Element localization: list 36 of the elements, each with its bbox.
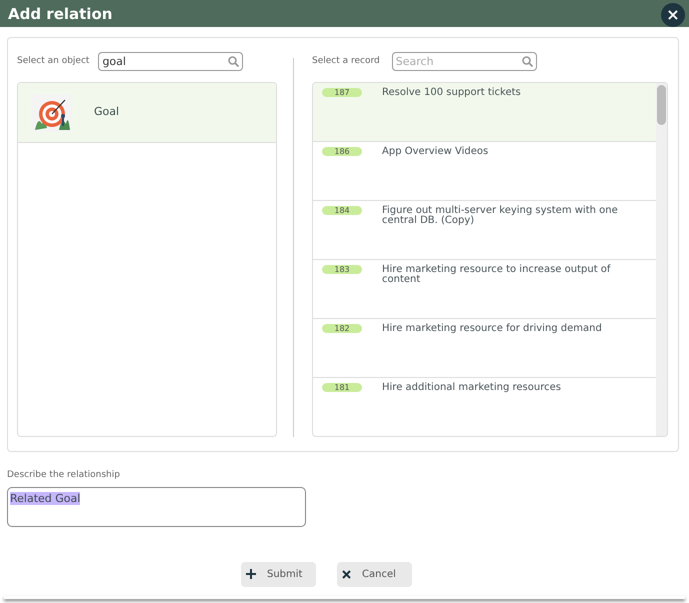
record-item[interactable]: 187 Resolve 100 support tickets [313,83,656,142]
search-icon [228,56,240,67]
search-field[interactable]: Search [392,52,537,71]
cancel-button[interactable]: Cancel [337,562,412,586]
id-badge: 181 [322,383,362,392]
submit-button[interactable]: Submit [241,562,316,586]
plus-icon [246,569,256,579]
id-badge: 184 [322,206,362,215]
record-item[interactable]: 182 Hire marketing resource for driving demand [313,319,656,378]
scrollbar[interactable] [656,83,667,436]
search-field[interactable]: goal [98,52,244,71]
object-name: Goal [94,104,120,120]
record-title: Hire marketing resource for driving demand [382,324,603,336]
search-icon [522,56,533,67]
close-button[interactable]: × [661,2,685,26]
id-badge: 187 [322,88,362,97]
target-icon [32,94,72,132]
window-title: Add relation [8,4,112,22]
record-title: Figure out multi-server keying system with one central DB. (Copy) [382,206,619,228]
record-title: Hire marketing resource to increase output of content [382,265,612,287]
close-icon [342,570,351,578]
record-item[interactable]: 186 App Overview Videos [313,142,656,201]
object-item[interactable]: Goal [18,83,276,143]
record-title: Hire additional marketing resources [382,383,562,395]
field-label: Select an object [17,54,90,68]
id-badge: 186 [322,147,362,156]
id-badge: 182 [322,324,362,333]
record-item[interactable]: 184 Figure out multi-server keying system with one central DB. (Copy) [313,201,656,260]
field-label: Describe the relationship [7,469,121,482]
record-title: App Overview Videos [382,147,490,159]
record-title: Resolve 100 support tickets [382,88,522,100]
field-label: Select a record [312,54,380,68]
scrollbar-thumb[interactable] [657,85,666,125]
description-field[interactable]: Related Goal [7,486,306,526]
id-badge: 183 [322,265,362,274]
record-item[interactable]: 183 Hire marketing resource to increase output of content [313,260,656,319]
